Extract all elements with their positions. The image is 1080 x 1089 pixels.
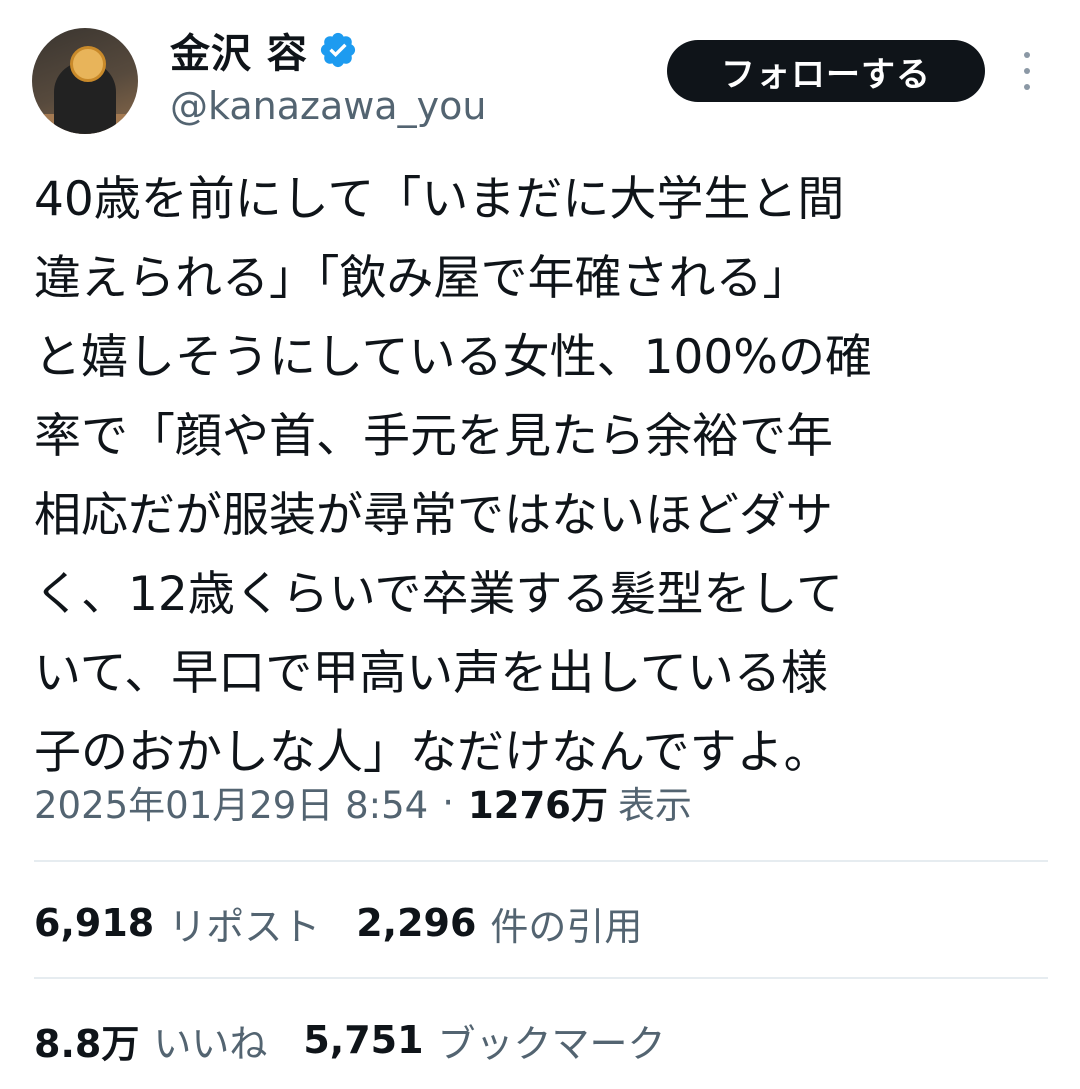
more-dot bbox=[1024, 52, 1030, 58]
follow-button[interactable]: フォローする bbox=[667, 40, 985, 102]
quotes-count[interactable]: 2,296 bbox=[356, 901, 476, 945]
tweet-header: 金沢 容 @kanazawa_you フォローする bbox=[0, 0, 1080, 150]
author-handle[interactable]: @kanazawa_you bbox=[170, 84, 486, 128]
bookmarks-label[interactable]: ブックマーク bbox=[438, 1013, 666, 1068]
likes-label[interactable]: いいね bbox=[153, 1013, 267, 1068]
author-name[interactable]: 金沢 容 bbox=[170, 21, 308, 79]
more-vertical-icon[interactable] bbox=[1012, 48, 1042, 94]
more-dot bbox=[1024, 68, 1030, 74]
avatar-face bbox=[70, 46, 106, 82]
tweet-timestamp[interactable]: 2025年01月29日 8:54 bbox=[34, 775, 428, 829]
tweet-text: 40歳を前にして「いまだに大学生と間 違えられる」「飲み屋で年確される」 と嬉し… bbox=[34, 172, 872, 780]
avatar[interactable] bbox=[32, 28, 138, 134]
bookmarks-count[interactable]: 5,751 bbox=[303, 1018, 423, 1062]
views-count[interactable]: 1276万 bbox=[468, 775, 608, 829]
views-label: 表示 bbox=[617, 784, 692, 827]
stats-row-likes: 8.8万 いいね 5,751 ブックマーク bbox=[34, 1005, 702, 1075]
meta-separator: · bbox=[442, 780, 454, 824]
reposts-label[interactable]: リポスト bbox=[168, 896, 320, 951]
stats-row-reposts: 6,918 リポスト 2,296 件の引用 bbox=[34, 888, 678, 958]
divider bbox=[34, 860, 1048, 862]
divider bbox=[34, 977, 1048, 979]
verified-badge-icon[interactable] bbox=[318, 30, 358, 70]
author-name-row: 金沢 容 bbox=[170, 21, 358, 79]
quotes-label[interactable]: 件の引用 bbox=[490, 896, 642, 951]
more-dot bbox=[1024, 84, 1030, 90]
reposts-count[interactable]: 6,918 bbox=[34, 901, 154, 945]
tweet-meta: 2025年01月29日 8:54 · 1276万 表示 bbox=[34, 772, 692, 832]
likes-count[interactable]: 8.8万 bbox=[34, 1013, 139, 1068]
